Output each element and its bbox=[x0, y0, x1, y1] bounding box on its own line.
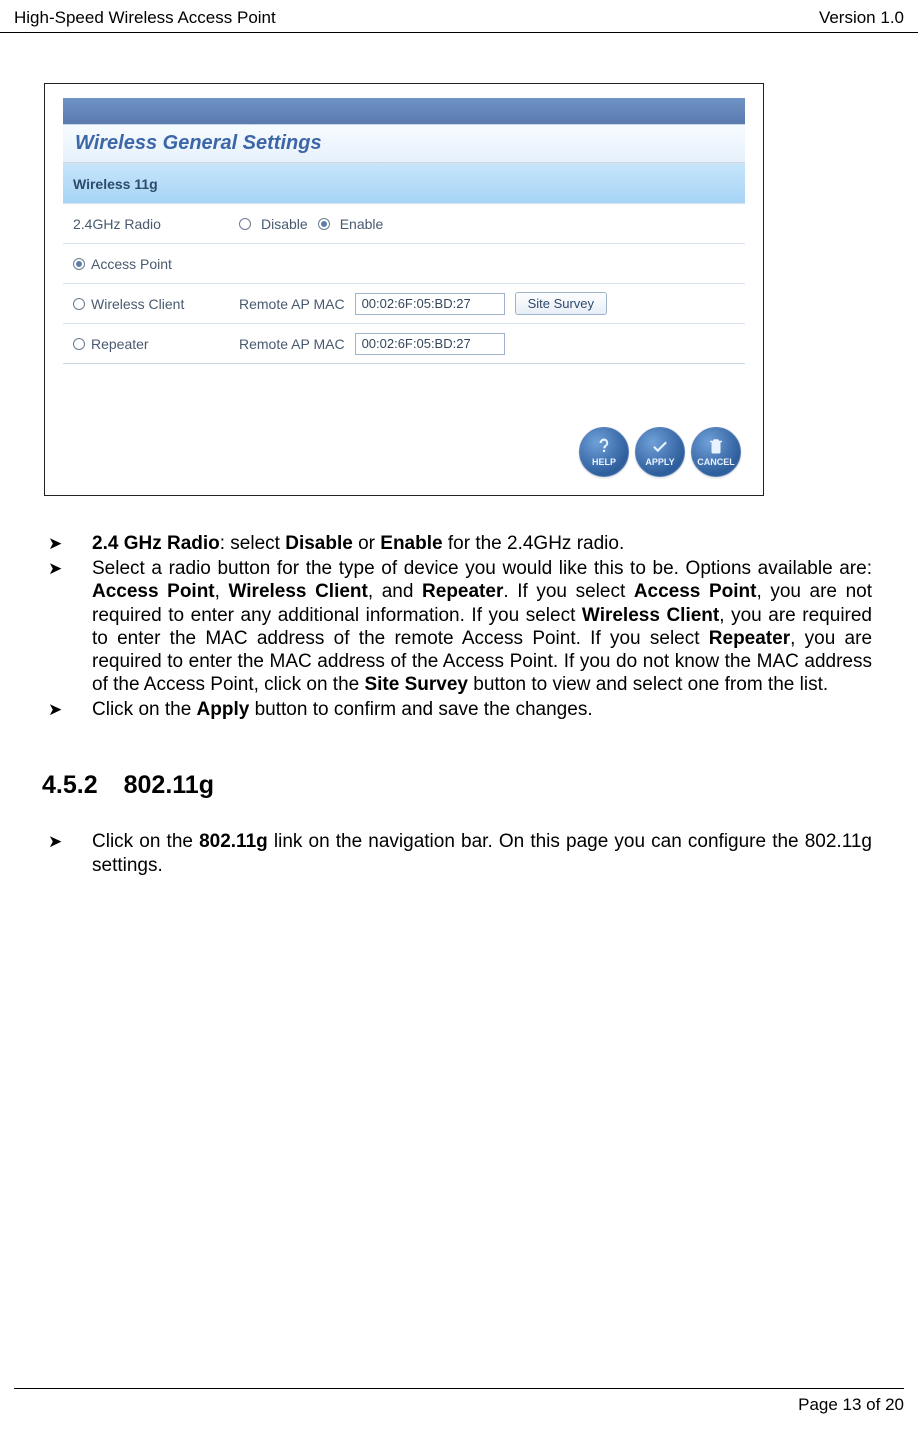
list-item: ➤ Select a radio button for the type of … bbox=[48, 557, 872, 696]
list-item: ➤ 2.4 GHz Radio: select Disable or Enabl… bbox=[48, 532, 872, 555]
ap-text: Access Point bbox=[91, 256, 172, 272]
disable-radio[interactable] bbox=[239, 218, 251, 230]
enable-radio[interactable] bbox=[318, 218, 330, 230]
page-header: High-Speed Wireless Access Point Version… bbox=[0, 0, 918, 33]
repeater-text: Repeater bbox=[91, 336, 149, 352]
bullet-list-2: ➤ Click on the 802.11g link on the navig… bbox=[48, 830, 872, 876]
mode-ap-row: Access Point bbox=[63, 243, 745, 283]
repeater-radio[interactable] bbox=[73, 338, 85, 350]
apply-button[interactable]: APPLY bbox=[635, 427, 685, 477]
remote-mac-input-1[interactable] bbox=[355, 293, 505, 315]
cancel-button[interactable]: CANCEL bbox=[691, 427, 741, 477]
bullet-icon: ➤ bbox=[48, 698, 92, 721]
check-icon bbox=[651, 437, 669, 455]
ap-radio[interactable] bbox=[73, 258, 85, 270]
list-item: ➤ Click on the 802.11g link on the navig… bbox=[48, 830, 872, 876]
radio-enable-row: 2.4GHz Radio Disable Enable bbox=[63, 203, 745, 243]
help-button[interactable]: HELP bbox=[579, 427, 629, 477]
client-radio[interactable] bbox=[73, 298, 85, 310]
page-footer: Page 13 of 20 bbox=[14, 1388, 904, 1415]
settings-screenshot: Wireless General Settings Wireless 11g 2… bbox=[44, 83, 764, 496]
page-number: Page 13 of 20 bbox=[798, 1395, 904, 1414]
title-bar bbox=[63, 98, 745, 124]
client-text: Wireless Client bbox=[91, 296, 184, 312]
question-icon bbox=[595, 437, 613, 455]
bullet-icon: ➤ bbox=[48, 557, 92, 696]
remote-mac-input-2[interactable] bbox=[355, 333, 505, 355]
doc-title: High-Speed Wireless Access Point bbox=[14, 8, 276, 28]
trash-icon bbox=[707, 437, 725, 455]
remote-mac-label-1: Remote AP MAC bbox=[239, 296, 345, 312]
section-title: 802.11g bbox=[124, 771, 214, 800]
radio-label: 2.4GHz Radio bbox=[63, 216, 233, 232]
mode-client-row: Wireless Client Remote AP MAC Site Surve… bbox=[63, 283, 745, 323]
panel-subheading: Wireless 11g bbox=[63, 163, 745, 203]
bullet-icon: ➤ bbox=[48, 830, 92, 876]
panel-heading: Wireless General Settings bbox=[63, 124, 745, 163]
section-heading: 4.5.2 802.11g bbox=[42, 771, 878, 800]
site-survey-button[interactable]: Site Survey bbox=[515, 292, 607, 315]
section-number: 4.5.2 bbox=[42, 771, 98, 800]
enable-text: Enable bbox=[340, 216, 384, 232]
list-item: ➤ Click on the Apply button to confirm a… bbox=[48, 698, 872, 721]
bullet-list-1: ➤ 2.4 GHz Radio: select Disable or Enabl… bbox=[48, 532, 872, 721]
mode-repeater-row: Repeater Remote AP MAC bbox=[63, 323, 745, 363]
disable-text: Disable bbox=[261, 216, 308, 232]
remote-mac-label-2: Remote AP MAC bbox=[239, 336, 345, 352]
doc-version: Version 1.0 bbox=[819, 8, 904, 28]
bullet-icon: ➤ bbox=[48, 532, 92, 555]
